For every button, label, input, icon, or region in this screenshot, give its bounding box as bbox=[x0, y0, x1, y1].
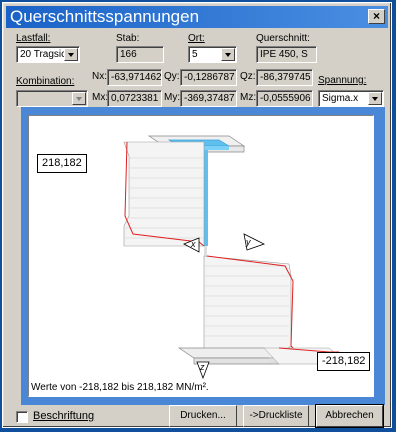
stab-field: 166 bbox=[116, 46, 164, 63]
ort-value: 5 bbox=[192, 49, 198, 60]
axis-x-label: x bbox=[191, 239, 196, 249]
mx-label: Mx: bbox=[92, 92, 109, 103]
stab-label: Stab: bbox=[116, 33, 140, 44]
qz-field: -86,379745 bbox=[256, 69, 313, 86]
qy-field: -0,1286787 bbox=[180, 69, 237, 86]
chevron-down-icon[interactable] bbox=[368, 92, 382, 105]
axis-y-label: y bbox=[246, 237, 251, 247]
qz-label: Qz: bbox=[240, 71, 256, 82]
my-field: -369,37487 bbox=[180, 90, 237, 107]
qy-label: Qy: bbox=[164, 71, 180, 82]
window-title: Querschnittsspannungen bbox=[10, 7, 200, 26]
max-value-label: 218,182 bbox=[37, 154, 87, 173]
chevron-down-icon bbox=[72, 92, 86, 105]
nx-field: -63,971462 bbox=[107, 69, 162, 86]
ort-select[interactable]: 5 bbox=[188, 46, 237, 63]
lastfall-select[interactable]: 20 Tragsic bbox=[16, 46, 80, 63]
nx-label: Nx: bbox=[92, 71, 107, 82]
mz-field: -0,0555906 bbox=[256, 90, 313, 107]
abbrechen-button[interactable]: Abbrechen bbox=[315, 404, 384, 428]
chevron-down-icon[interactable] bbox=[221, 48, 235, 61]
bottom-flange-top bbox=[177, 347, 281, 359]
web-mid bbox=[204, 246, 207, 256]
spannung-select[interactable]: Sigma.x bbox=[318, 90, 384, 107]
querschnitt-label: Querschnitt: bbox=[256, 33, 310, 44]
kombination-select bbox=[16, 90, 88, 107]
lastfall-label: Lastfall: bbox=[16, 33, 51, 44]
chevron-down-icon[interactable] bbox=[64, 48, 78, 61]
mz-label: Mz: bbox=[240, 92, 257, 103]
querschnitt-field: IPE 450, S bbox=[256, 46, 317, 63]
axis-z-label: z bbox=[200, 362, 205, 372]
beschriftung-label[interactable]: Beschriftung bbox=[33, 410, 94, 422]
ort-label: Ort: bbox=[188, 33, 205, 44]
title-bar[interactable]: Querschnittsspannungen × bbox=[6, 6, 388, 28]
upper-stress-block bbox=[123, 141, 205, 247]
min-value-label: -218,182 bbox=[317, 352, 371, 371]
beschriftung-checkbox[interactable] bbox=[16, 411, 28, 423]
stress-canvas[interactable]: x y z 218,182 -218,182 Werte von -218,18… bbox=[28, 115, 374, 397]
lower-stress-block bbox=[203, 255, 292, 352]
my-label: My: bbox=[164, 92, 181, 103]
range-text: Werte von -218,182 bis 218,182 MN/m². bbox=[31, 382, 209, 393]
dialog-window: Querschnittsspannungen × Lastfall: Stab:… bbox=[2, 2, 392, 428]
kombination-label: Kombination: bbox=[16, 76, 75, 87]
drucken-button[interactable]: Drucken... bbox=[169, 405, 237, 427]
druckliste-button[interactable]: ->Druckliste bbox=[243, 405, 309, 427]
lastfall-value: 20 Tragsic bbox=[20, 49, 67, 60]
spannung-label: Spannung: bbox=[318, 75, 367, 86]
mx-field: 0,0723381 bbox=[107, 90, 162, 107]
spannung-value: Sigma.x bbox=[322, 93, 359, 104]
close-button[interactable]: × bbox=[368, 9, 385, 24]
